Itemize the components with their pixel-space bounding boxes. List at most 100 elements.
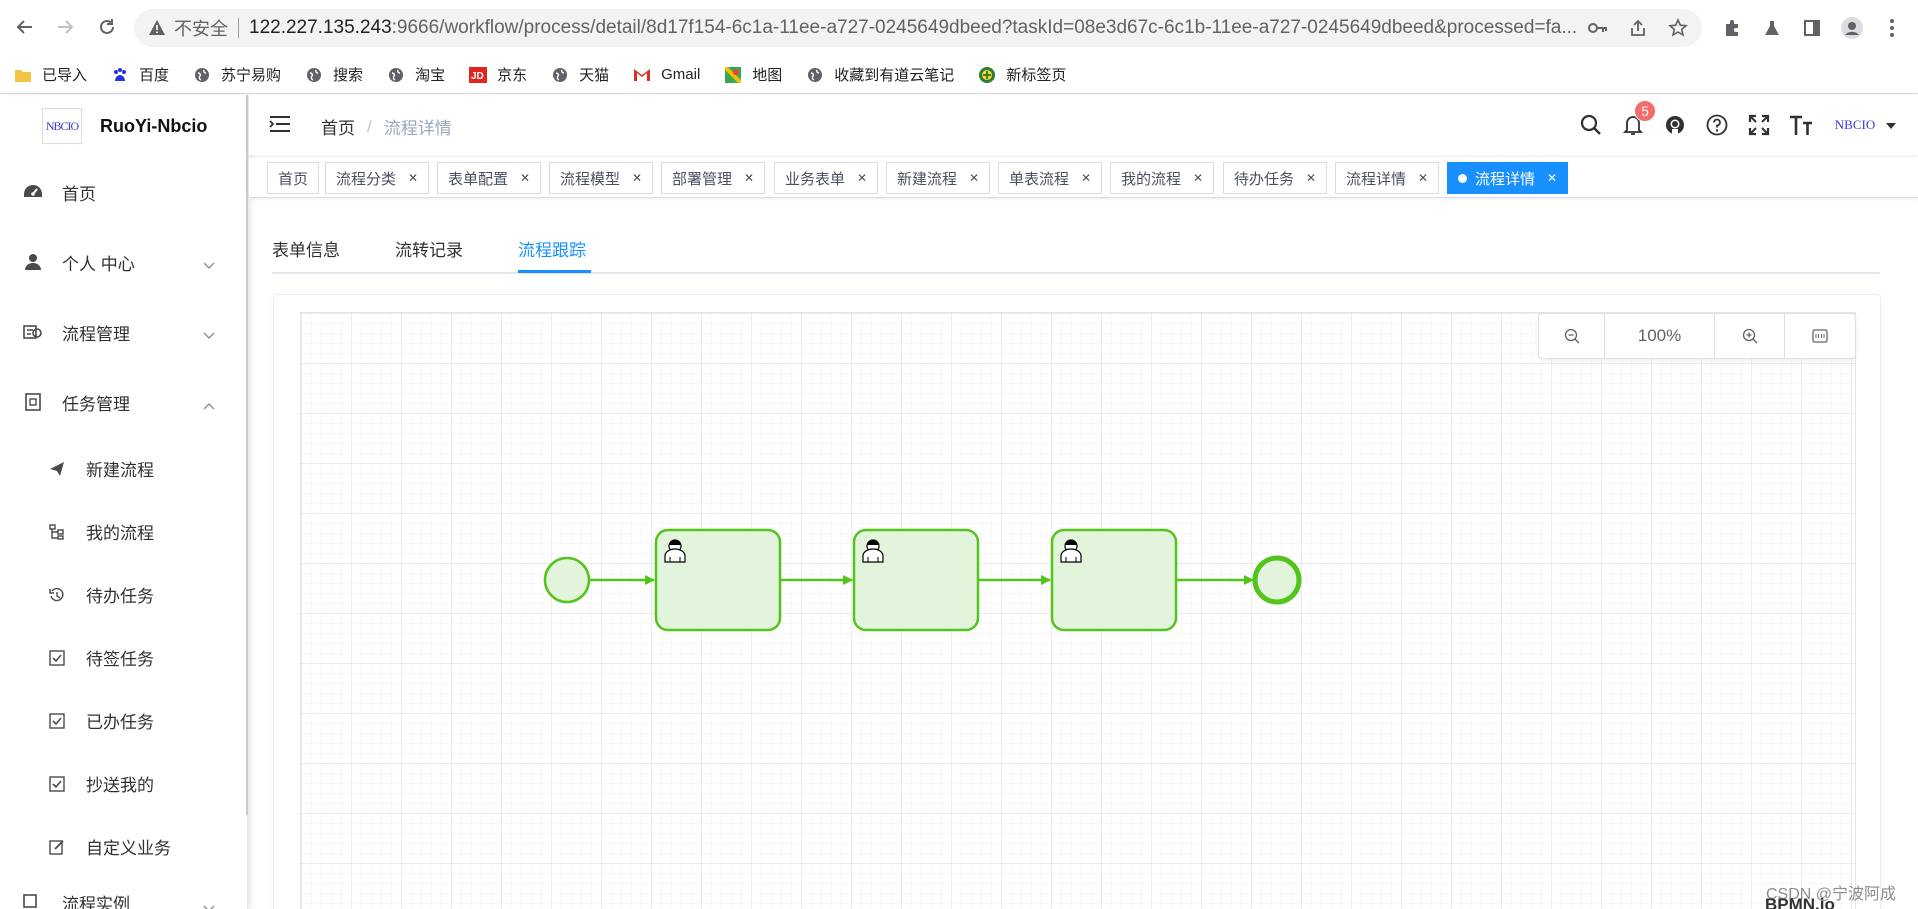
zoom-out-icon	[1564, 328, 1579, 344]
bookmark-item[interactable]: JD 京东	[469, 64, 527, 85]
close-icon[interactable]: ✕	[744, 171, 754, 185]
close-icon[interactable]: ✕	[1547, 171, 1557, 185]
tag-item[interactable]: 表单配置 ✕	[437, 162, 542, 194]
flask-icon[interactable]	[1752, 19, 1792, 37]
tab-form-info[interactable]: 表单信息	[272, 236, 340, 261]
bpmn-io-logo[interactable]: BPMN.io	[1765, 895, 1835, 909]
zoom-in-icon	[1742, 328, 1757, 344]
star-icon[interactable]	[1658, 18, 1698, 38]
tag-item[interactable]: 流程分类 ✕	[325, 162, 430, 194]
hamburger-icon[interactable]	[269, 115, 291, 138]
edit-icon	[48, 838, 66, 856]
flow-icon	[22, 890, 44, 909]
bookmark-item[interactable]: 百度	[111, 64, 169, 85]
warning-icon[interactable]	[144, 19, 170, 37]
font-size-button[interactable]	[1780, 95, 1822, 155]
tag-item[interactable]: 业务表单 ✕	[774, 162, 879, 194]
reload-icon	[100, 19, 114, 34]
sidebar-item-process-instance[interactable]: 流程实例	[0, 878, 247, 909]
logo-row[interactable]: NBCIO RuoYi-Nbcio	[0, 95, 247, 157]
tab-flow-tracking[interactable]: 流程跟踪	[518, 236, 586, 261]
close-icon[interactable]: ✕	[632, 171, 642, 185]
folder-icon	[14, 66, 32, 84]
sidebar-subitem-new-process[interactable]: 新建流程	[0, 437, 247, 500]
zoom-in-button[interactable]	[1715, 314, 1785, 358]
sidebar-subitem-cc-me[interactable]: 抄送我的	[0, 752, 247, 815]
sidebar-item-process-management[interactable]: 流程管理	[0, 297, 247, 367]
baidu-icon	[111, 66, 129, 84]
tag-item[interactable]: 部署管理 ✕	[661, 162, 766, 194]
bookmark-item[interactable]: 已导入	[14, 64, 87, 85]
close-icon[interactable]: ✕	[1418, 171, 1428, 185]
bookmark-item[interactable]: 淘宝	[387, 64, 445, 85]
chevron-down-icon	[203, 325, 215, 345]
checkbox-icon	[48, 712, 66, 730]
back-button[interactable]	[12, 14, 38, 40]
tag-item[interactable]: 我的流程 ✕	[1110, 162, 1215, 194]
checkbox-icon	[48, 649, 66, 667]
sidebar-subitem-my-process[interactable]: 我的流程	[0, 500, 247, 563]
tag-item[interactable]: 首页	[267, 162, 320, 194]
close-icon[interactable]: ✕	[408, 171, 418, 185]
breadcrumb-current: 流程详情	[383, 119, 452, 138]
help-button[interactable]	[1696, 95, 1738, 155]
tag-item-active[interactable]: 流程详情 ✕	[1447, 162, 1569, 194]
search-icon	[1580, 114, 1601, 135]
bookmark-item[interactable]: 搜索	[305, 64, 363, 85]
checkbox-icon	[48, 775, 66, 793]
bookmark-item[interactable]: Gmail	[633, 66, 700, 84]
close-icon[interactable]: ✕	[520, 171, 530, 185]
sidebar-item-task-management[interactable]: 任务管理	[0, 367, 247, 437]
kebab-menu-icon[interactable]	[1872, 18, 1912, 38]
puzzle-icon[interactable]	[1712, 19, 1752, 37]
tag-item[interactable]: 流程详情 ✕	[1335, 162, 1440, 194]
tag-item[interactable]: 新建流程 ✕	[886, 162, 991, 194]
gmail-icon	[633, 66, 651, 84]
chevron-down-icon	[203, 255, 215, 275]
sidebar-subitem-todo[interactable]: 待办任务	[0, 563, 247, 626]
close-icon[interactable]: ✕	[1193, 171, 1203, 185]
start-event[interactable]	[543, 556, 591, 604]
flow-icon	[22, 321, 44, 343]
tag-item[interactable]: 流程模型 ✕	[549, 162, 654, 194]
profile-icon[interactable]	[1832, 16, 1872, 40]
avatar: NBCIO	[1834, 117, 1876, 132]
search-button[interactable]	[1570, 95, 1612, 155]
globe-icon	[193, 66, 211, 84]
end-event[interactable]	[1252, 555, 1302, 605]
tag-item[interactable]: 单表流程 ✕	[998, 162, 1103, 194]
bookmark-item[interactable]: 苏宁易购	[193, 64, 281, 85]
zoom-out-button[interactable]	[1539, 314, 1605, 358]
close-icon[interactable]: ✕	[857, 171, 867, 185]
sidebar-item-home[interactable]: 首页	[0, 157, 247, 227]
send-icon	[48, 460, 66, 478]
key-icon[interactable]	[1578, 21, 1618, 35]
bookmark-item[interactable]: 天猫	[551, 64, 609, 85]
user-menu[interactable]: NBCIO	[1832, 105, 1918, 145]
github-button[interactable]	[1654, 95, 1696, 155]
close-icon[interactable]: ✕	[1306, 171, 1316, 185]
bookmark-item[interactable]: 地图	[724, 64, 782, 85]
address-bar[interactable]: 不安全 122.227.135.243:9666/workflow/proces…	[134, 9, 1702, 47]
bookmark-item[interactable]: 收藏到有道云笔记	[806, 64, 954, 85]
tab-flow-records[interactable]: 流转记录	[395, 236, 463, 261]
close-icon[interactable]: ✕	[1081, 171, 1091, 185]
reload-button[interactable]	[94, 14, 120, 40]
breadcrumb-home[interactable]: 首页	[321, 114, 355, 139]
share-icon[interactable]	[1618, 19, 1658, 37]
sidebar-subitem-done[interactable]: 已办任务	[0, 689, 247, 752]
sidebar-subitem-to-sign[interactable]: 待签任务	[0, 626, 247, 689]
notification-button[interactable]: 5	[1612, 95, 1656, 155]
fit-viewport-button[interactable]	[1785, 314, 1855, 358]
close-icon[interactable]: ✕	[969, 171, 979, 185]
fullscreen-button[interactable]	[1738, 95, 1780, 155]
sidebar-item-personal-center[interactable]: 个人 中心	[0, 227, 247, 297]
sidepanel-icon[interactable]	[1792, 19, 1832, 37]
navbar: 首页 / 流程详情 5 NBCIO	[249, 95, 1918, 155]
url-text: 122.227.135.243:9666/workflow/process/de…	[249, 17, 1578, 38]
sidebar-scrollbar[interactable]	[246, 95, 248, 815]
bookmark-item[interactable]: 新标签页	[978, 64, 1066, 85]
tag-item[interactable]: 待办任务 ✕	[1223, 162, 1328, 194]
forward-button[interactable]	[52, 14, 78, 40]
sidebar-subitem-custom-business[interactable]: 自定义业务	[0, 815, 247, 878]
